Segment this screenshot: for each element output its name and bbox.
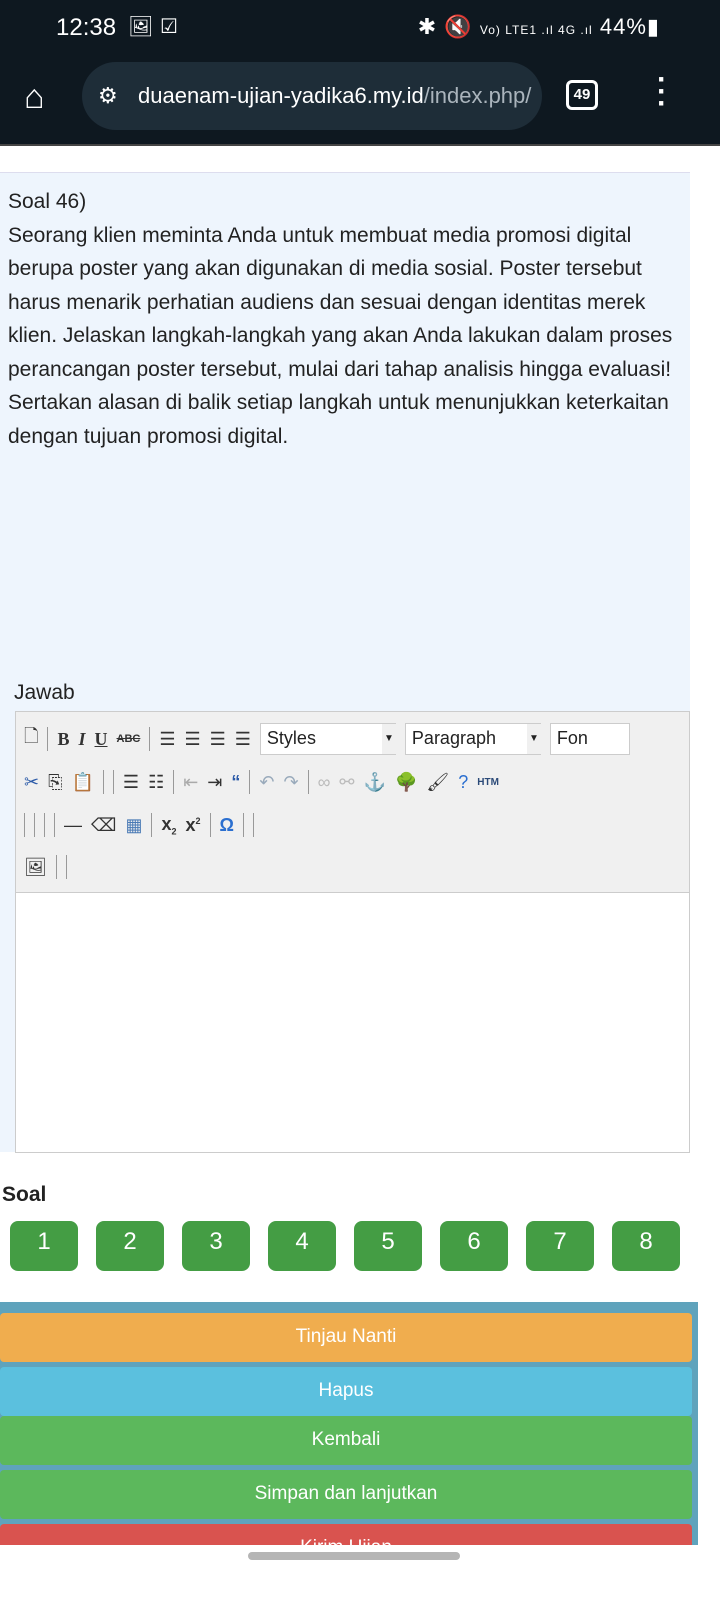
- battery-icon: ▮: [646, 14, 660, 39]
- styles-select[interactable]: Styles ▼: [259, 723, 396, 755]
- anchor-icon[interactable]: ⚓: [364, 772, 386, 793]
- url-path: /index.php/: [423, 83, 532, 108]
- site-settings-icon[interactable]: ⚙: [98, 62, 118, 130]
- question-number-button[interactable]: 6: [440, 1221, 508, 1271]
- align-left-icon[interactable]: ☰: [159, 729, 175, 750]
- blockquote-icon[interactable]: “: [231, 772, 240, 793]
- html-source-button[interactable]: HTM: [477, 777, 499, 788]
- signal-icon: Vo) LTE1 .ıl 4G .ıl: [479, 23, 593, 37]
- question-number-button[interactable]: 8: [612, 1221, 680, 1271]
- answer-textarea[interactable]: [16, 892, 689, 1152]
- address-bar[interactable]: ⚙ duaenam-ujian-yadika6.my.id/index.php/: [82, 62, 542, 130]
- special-character-icon[interactable]: Ω: [220, 815, 234, 836]
- underline-icon[interactable]: U: [95, 729, 108, 750]
- help-icon[interactable]: ?: [458, 772, 468, 793]
- review-later-button[interactable]: Tinjau Nanti: [0, 1313, 692, 1362]
- delete-button[interactable]: Hapus: [0, 1367, 692, 1416]
- action-panel: Tinjau Nanti Hapus Kembali Simpan dan la…: [0, 1302, 698, 1545]
- undo-icon[interactable]: ↶: [259, 772, 274, 793]
- question-number-button[interactable]: 2: [96, 1221, 164, 1271]
- question-text: Seorang klien meminta Anda untuk membuat…: [8, 223, 673, 448]
- browser-toolbar: ⌂ ⚙ duaenam-ujian-yadika6.my.id/index.ph…: [0, 56, 720, 146]
- bluetooth-icon: ✱: [417, 14, 438, 39]
- outdent-icon[interactable]: ⇤: [183, 772, 198, 793]
- redo-icon[interactable]: ↷: [283, 772, 298, 793]
- format-select[interactable]: Paragraph ▼: [404, 723, 541, 755]
- cleanup-icon[interactable]: 🖌: [426, 772, 449, 793]
- unlink-icon[interactable]: ⚯: [339, 772, 354, 793]
- italic-icon[interactable]: I: [79, 729, 86, 750]
- indent-icon[interactable]: ⇥: [207, 772, 222, 793]
- font-select-value: Fon: [556, 728, 588, 748]
- question-nav-title: Soal: [2, 1183, 47, 1206]
- chevron-down-icon: ▼: [526, 724, 541, 754]
- paste-icon[interactable]: 📋: [72, 772, 94, 793]
- align-right-icon[interactable]: ☰: [210, 729, 226, 750]
- rich-text-editor: 🗋 B I U ABC ☰ ☰ ☰ ☰ Styles ▼ Paragraph ▼ Fon …: [15, 711, 690, 1153]
- question-number-button[interactable]: 3: [182, 1221, 250, 1271]
- superscript-icon[interactable]: x2: [186, 815, 201, 836]
- question-number-button[interactable]: 4: [268, 1221, 336, 1271]
- align-center-icon[interactable]: ☰: [185, 729, 201, 750]
- question-body: Soal 46) Seorang klien meminta Anda untu…: [8, 185, 688, 453]
- question-number-button[interactable]: 5: [354, 1221, 422, 1271]
- question-number-button[interactable]: 1: [10, 1221, 78, 1271]
- align-justify-icon[interactable]: ☰: [235, 729, 251, 750]
- back-button[interactable]: Kembali: [0, 1416, 692, 1465]
- image-icon[interactable]: 🖼: [24, 857, 47, 878]
- question-panel: Soal 46) Seorang klien meminta Anda untu…: [0, 172, 690, 1153]
- question-number-button[interactable]: 7: [526, 1221, 594, 1271]
- tab-switcher-button[interactable]: 49: [566, 80, 598, 110]
- clock: 12:38: [56, 14, 117, 41]
- status-icons: ✱ 🔇 Vo) LTE1 .ıl 4G .ıl 44%▮: [418, 14, 660, 40]
- question-number: Soal 46): [8, 190, 87, 213]
- horizontal-rule-icon[interactable]: —: [64, 815, 82, 836]
- save-next-button[interactable]: Simpan dan lanjutkan: [0, 1470, 692, 1519]
- link-icon[interactable]: ∞: [318, 772, 331, 793]
- home-icon[interactable]: ⌂: [24, 78, 45, 117]
- format-select-value: Paragraph: [411, 728, 496, 748]
- table-icon[interactable]: ▦: [125, 815, 142, 836]
- answer-label: Jawab: [14, 681, 75, 704]
- gallery-icon: 🖼: [128, 16, 154, 38]
- numbered-list-icon[interactable]: ☷: [148, 772, 164, 793]
- remove-format-icon[interactable]: ⌫: [91, 815, 116, 836]
- strikethrough-icon[interactable]: ABC: [117, 733, 141, 745]
- checkbox-notification-icon: ☑: [160, 16, 178, 38]
- font-select[interactable]: Fon: [549, 723, 630, 755]
- bold-icon[interactable]: B: [57, 729, 69, 750]
- bullet-list-icon[interactable]: ☰: [123, 772, 139, 793]
- gesture-bar: [248, 1552, 460, 1560]
- battery-level: 44%: [599, 14, 647, 39]
- url-domain: duaenam-ujian-yadika6.my.id: [138, 83, 424, 108]
- mute-icon: 🔇: [444, 14, 473, 39]
- cut-icon[interactable]: ✂: [24, 772, 39, 793]
- status-bar: 12:38 🖼 ☑ ✱ 🔇 Vo) LTE1 .ıl 4G .ıl 44%▮: [0, 0, 720, 56]
- styles-select-value: Styles: [266, 728, 316, 748]
- chevron-down-icon: ▼: [381, 724, 396, 754]
- submit-button[interactable]: Kirim Ujian: [0, 1524, 692, 1545]
- new-document-icon[interactable]: 🗋: [24, 724, 38, 754]
- image-insert-icon[interactable]: 🌳: [395, 772, 417, 793]
- subscript-icon[interactable]: x2: [161, 814, 176, 837]
- more-menu-icon[interactable]: · · ·: [656, 65, 668, 119]
- copy-icon[interactable]: ⎘: [48, 772, 62, 793]
